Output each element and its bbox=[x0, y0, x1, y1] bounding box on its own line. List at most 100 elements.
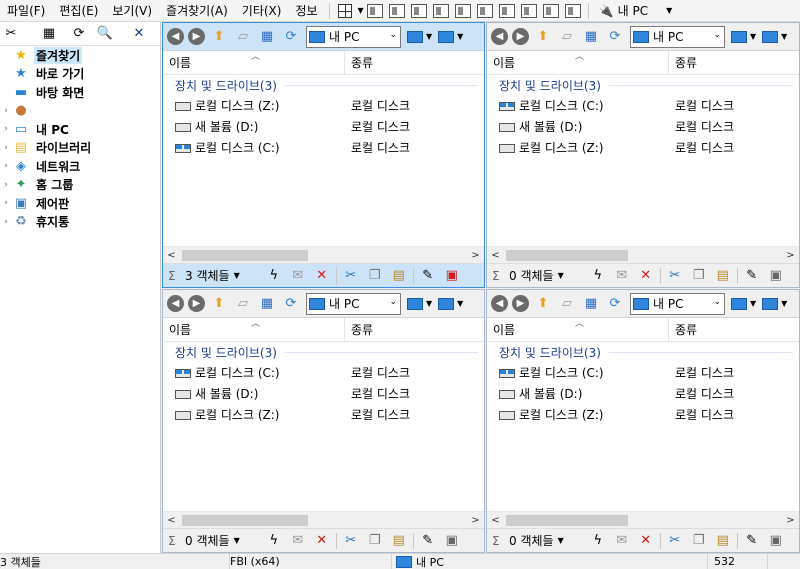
refresh-icon[interactable]: ⟳ bbox=[282, 28, 300, 46]
list-item[interactable]: 로컬 디스크 (C:) 로컬 디스크 bbox=[487, 95, 799, 116]
layout-grid-icon[interactable] bbox=[337, 3, 352, 18]
layout-bottom-icon[interactable] bbox=[432, 3, 449, 18]
delete-icon[interactable]: ✕ bbox=[313, 532, 331, 550]
menu-favorites[interactable]: 즐겨찾기(A) bbox=[159, 0, 235, 22]
column-type[interactable]: 종류 bbox=[345, 54, 373, 71]
menu-misc[interactable]: 기타(X) bbox=[235, 0, 289, 22]
copy-icon[interactable]: ❐ bbox=[690, 267, 708, 285]
refresh-icon[interactable]: ⟳ bbox=[70, 25, 88, 43]
back-icon[interactable]: ◀ bbox=[167, 295, 184, 312]
grid-view-icon[interactable]: ▦ bbox=[582, 295, 600, 313]
dropdown-icon[interactable]: ▼ bbox=[558, 536, 564, 545]
scroll-left-icon[interactable]: < bbox=[487, 515, 504, 526]
paste-icon[interactable]: ▤ bbox=[714, 532, 732, 550]
list-item[interactable]: 새 볼륨 (D:) 로컬 디스크 bbox=[163, 383, 484, 404]
lightning-icon[interactable]: ϟ bbox=[589, 532, 607, 550]
cut-icon[interactable]: ✂ bbox=[666, 532, 684, 550]
layout-left-icon[interactable] bbox=[366, 3, 383, 18]
new-folder-icon[interactable]: ▱ bbox=[234, 28, 252, 46]
properties-icon[interactable]: ▣ bbox=[443, 532, 461, 550]
delete-icon[interactable]: ✕ bbox=[637, 267, 655, 285]
refresh-icon[interactable]: ⟳ bbox=[282, 295, 300, 313]
chevron-down-icon[interactable]: ⌄ bbox=[389, 30, 397, 40]
address-box[interactable]: 내 PC ⌄ bbox=[630, 292, 725, 315]
new-folder-icon[interactable]: ▱ bbox=[234, 295, 252, 313]
tree-item[interactable]: › ▣ 제어판 bbox=[0, 194, 160, 213]
horizontal-scrollbar[interactable]: < > bbox=[163, 246, 484, 264]
view-mode-button-2[interactable]: ▼ bbox=[762, 30, 787, 43]
list-item[interactable]: 새 볼륨 (D:) 로컬 디스크 bbox=[487, 116, 799, 137]
scroll-thumb[interactable] bbox=[506, 514, 628, 526]
scroll-right-icon[interactable]: > bbox=[782, 515, 799, 526]
expand-icon[interactable]: › bbox=[0, 161, 12, 171]
scroll-track[interactable] bbox=[504, 246, 782, 264]
back-icon[interactable]: ◀ bbox=[167, 28, 184, 45]
forward-icon[interactable]: ▶ bbox=[188, 28, 205, 45]
location-dropdown-icon[interactable]: ▼ bbox=[666, 6, 672, 15]
scroll-track[interactable] bbox=[180, 511, 467, 529]
paste-icon[interactable]: ▤ bbox=[390, 267, 408, 285]
list-item[interactable]: 로컬 디스크 (C:) 로컬 디스크 bbox=[487, 362, 799, 383]
delete-icon[interactable]: ✕ bbox=[637, 532, 655, 550]
properties-icon[interactable]: ▣ bbox=[767, 267, 785, 285]
view-mode-button-2[interactable]: ▼ bbox=[762, 297, 787, 310]
object-count[interactable]: 3 객체들 bbox=[185, 267, 230, 284]
layout-right-icon[interactable] bbox=[388, 3, 405, 18]
layout-single-icon[interactable] bbox=[498, 3, 515, 18]
lightning-icon[interactable]: ϟ bbox=[589, 267, 607, 285]
refresh-icon[interactable]: ⟳ bbox=[606, 295, 624, 313]
menu-file[interactable]: 파일(F) bbox=[0, 0, 52, 22]
chevron-down-icon[interactable]: ⌄ bbox=[389, 297, 397, 307]
dropdown-icon[interactable]: ▼ bbox=[234, 271, 240, 280]
grid-view-icon[interactable]: ▦ bbox=[258, 28, 276, 46]
scroll-right-icon[interactable]: > bbox=[467, 515, 484, 526]
address-box[interactable]: 내 PC ⌄ bbox=[630, 25, 725, 48]
location-selector[interactable]: 🔌 내 PC ▼ bbox=[599, 2, 673, 19]
address-box[interactable]: 내 PC ⌄ bbox=[306, 25, 401, 48]
view-mode-button-2[interactable]: ▼ bbox=[438, 30, 463, 43]
object-count[interactable]: 0 객체들 bbox=[509, 267, 554, 284]
menu-info[interactable]: 정보 bbox=[288, 0, 324, 22]
refresh-icon[interactable]: ⟳ bbox=[606, 28, 624, 46]
menu-view[interactable]: 보기(V) bbox=[105, 0, 159, 22]
tree-item[interactable]: ★ 즐겨찾기 bbox=[0, 46, 160, 65]
layout-top-icon[interactable] bbox=[410, 3, 427, 18]
group-header[interactable]: 장치 및 드라이브(3) bbox=[163, 75, 484, 95]
paste-icon[interactable]: ▤ bbox=[714, 267, 732, 285]
expand-icon[interactable]: › bbox=[0, 180, 12, 190]
scroll-right-icon[interactable]: > bbox=[467, 250, 484, 261]
expand-icon[interactable]: › bbox=[0, 198, 12, 208]
lightning-icon[interactable]: ϟ bbox=[265, 532, 283, 550]
view-mode-button[interactable]: ▼ bbox=[731, 297, 756, 310]
mail-icon[interactable]: ✉ bbox=[613, 267, 631, 285]
chevron-down-icon[interactable]: ⌄ bbox=[713, 30, 721, 40]
search-folder-icon[interactable]: 🔍 bbox=[96, 25, 114, 43]
lightning-icon[interactable]: ϟ bbox=[265, 267, 283, 285]
horizontal-scrollbar[interactable]: < > bbox=[163, 511, 484, 529]
layout-triple-icon[interactable] bbox=[542, 3, 559, 18]
up-folder-icon[interactable]: ⬆ bbox=[534, 295, 552, 313]
list-item[interactable]: 로컬 디스크 (Z:) 로컬 디스크 bbox=[487, 404, 799, 425]
scroll-right-icon[interactable]: > bbox=[782, 250, 799, 261]
back-icon[interactable]: ◀ bbox=[491, 28, 508, 45]
tree-item[interactable]: › ♻ 휴지통 bbox=[0, 213, 160, 232]
layout-dual-icon[interactable] bbox=[520, 3, 537, 18]
horizontal-scrollbar[interactable]: < > bbox=[487, 511, 799, 529]
scroll-track[interactable] bbox=[504, 511, 782, 529]
grid-view-icon[interactable]: ▦ bbox=[582, 28, 600, 46]
rename-icon[interactable]: ✎ bbox=[419, 267, 437, 285]
object-count[interactable]: 0 객체들 bbox=[185, 532, 230, 549]
view-mode-button-2[interactable]: ▼ bbox=[438, 297, 463, 310]
scroll-thumb[interactable] bbox=[182, 249, 308, 261]
up-folder-icon[interactable]: ⬆ bbox=[534, 28, 552, 46]
list-item[interactable]: 로컬 디스크 (Z:) 로컬 디스크 bbox=[487, 137, 799, 158]
view-mode-button[interactable]: ▼ bbox=[407, 297, 432, 310]
layout-dropdown-icon[interactable]: ▼ bbox=[358, 6, 364, 15]
group-header[interactable]: 장치 및 드라이브(3) bbox=[487, 75, 799, 95]
cut-icon[interactable]: ✂ bbox=[342, 532, 360, 550]
list-item[interactable]: 로컬 디스크 (C:) 로컬 디스크 bbox=[163, 137, 484, 158]
address-box[interactable]: 내 PC ⌄ bbox=[306, 292, 401, 315]
properties-icon[interactable]: ▣ bbox=[443, 267, 461, 285]
rename-icon[interactable]: ✎ bbox=[743, 267, 761, 285]
mail-icon[interactable]: ✉ bbox=[613, 532, 631, 550]
